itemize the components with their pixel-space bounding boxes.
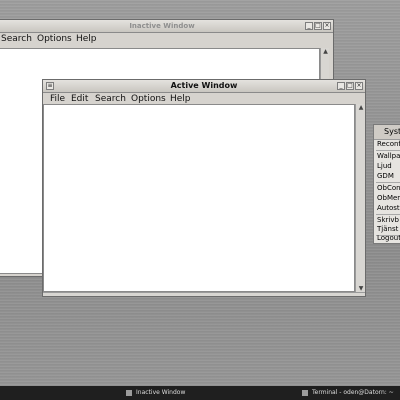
close-icon[interactable]: × bbox=[323, 22, 331, 30]
active-window[interactable]: ≡ Active Window _ □ × File Edit Search O… bbox=[42, 79, 366, 297]
active-window-title: Active Window bbox=[170, 81, 238, 90]
active-window-content[interactable] bbox=[43, 104, 355, 292]
menu-item-wallpap[interactable]: Wallpap bbox=[377, 151, 400, 161]
scroll-up-arrow-icon[interactable]: ▲ bbox=[356, 104, 366, 111]
scroll-down-arrow-icon[interactable]: ▼ bbox=[356, 285, 366, 292]
maximize-icon[interactable]: □ bbox=[314, 22, 322, 30]
active-window-vscrollbar[interactable]: ▲ ▼ bbox=[355, 104, 365, 292]
inactive-window-titlebar[interactable]: Inactive Window _ □ × bbox=[0, 20, 333, 33]
close-icon[interactable]: × bbox=[355, 82, 363, 90]
menu-item-reconf[interactable]: Reconf bbox=[377, 139, 400, 149]
menu-item-gdm[interactable]: GDM bbox=[377, 171, 394, 181]
active-window-titlebar[interactable]: ≡ Active Window _ □ × bbox=[43, 80, 365, 93]
inactive-window-title: Inactive Window bbox=[129, 22, 195, 30]
taskbar: Inactive Window Terminal - oden@Datorn: … bbox=[0, 386, 400, 400]
menu-item-ljud[interactable]: Ljud bbox=[377, 161, 392, 171]
taskbar-item-terminal[interactable]: Terminal - oden@Datorn: ~ bbox=[312, 386, 394, 400]
inactive-window-menubar: Search Options Help bbox=[0, 33, 333, 46]
minimize-icon[interactable]: _ bbox=[337, 82, 345, 90]
root-menu: Syst Reconf Wallpap Ljud GDM ObCon ObMen… bbox=[373, 124, 400, 244]
minimize-icon[interactable]: _ bbox=[305, 22, 313, 30]
active-window-hscrollbar[interactable] bbox=[43, 292, 365, 296]
root-menu-title: Syst bbox=[374, 125, 400, 140]
scroll-up-arrow-icon[interactable]: ▲ bbox=[321, 48, 330, 55]
menu-item-logout[interactable]: Logout bbox=[377, 233, 400, 243]
maximize-icon[interactable]: □ bbox=[346, 82, 354, 90]
menu-item-obcon[interactable]: ObCon bbox=[377, 183, 400, 193]
menu-item-obmen[interactable]: ObMen bbox=[377, 193, 400, 203]
taskbar-item-inactive-window[interactable]: Inactive Window bbox=[136, 386, 185, 400]
terminal-icon bbox=[302, 390, 308, 396]
window-icon bbox=[126, 390, 132, 396]
menu-item-autost[interactable]: Autost bbox=[377, 203, 400, 213]
menu-search[interactable]: Search bbox=[1, 33, 32, 46]
menu-help[interactable]: Help bbox=[76, 33, 97, 46]
menu-options[interactable]: Options bbox=[37, 33, 72, 46]
